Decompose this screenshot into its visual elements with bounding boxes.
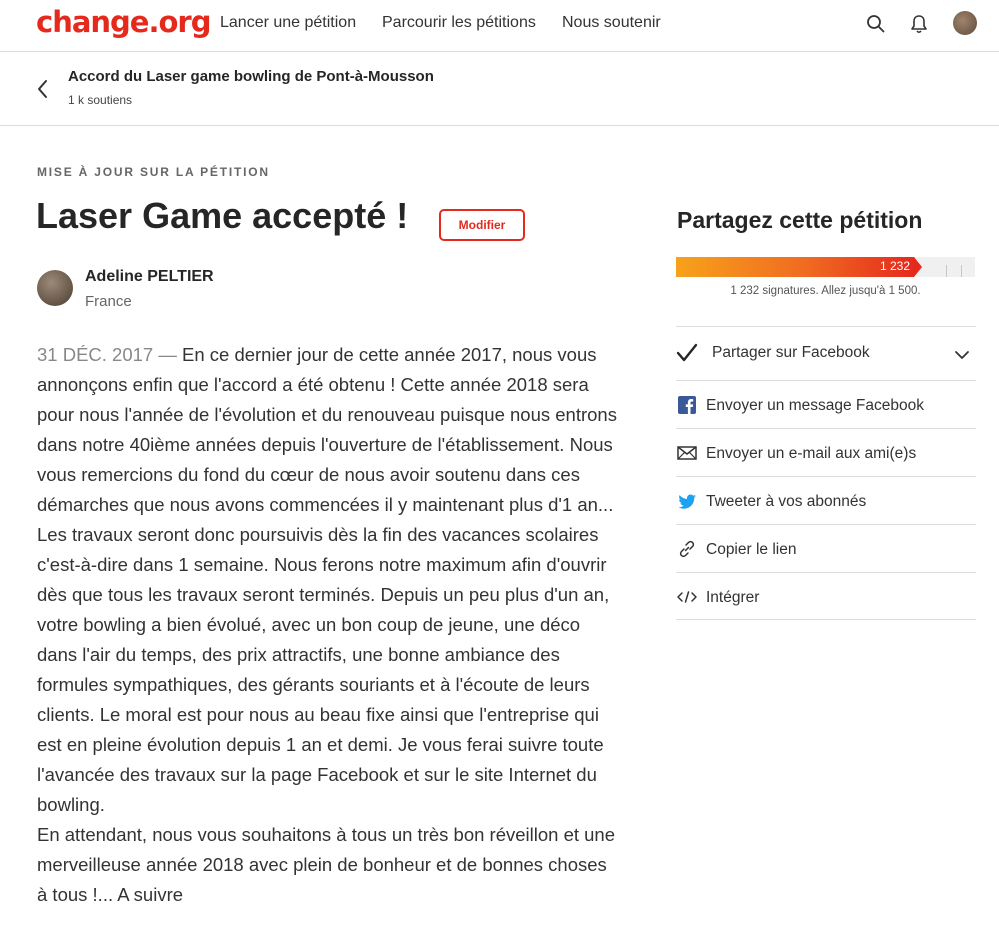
share-facebook[interactable]: Partager sur Facebook xyxy=(676,326,976,380)
update-date: 31 DÉC. 2017 — xyxy=(37,344,177,365)
author-name: Adeline PELTIER xyxy=(85,268,214,285)
share-copy-link[interactable]: Copier le lien xyxy=(676,524,976,572)
embed-icon xyxy=(677,591,697,603)
update-body: 31 DÉC. 2017 — En ce dernier jour de cet… xyxy=(37,340,617,910)
share-email[interactable]: Envoyer un e-mail aux ami(e)s xyxy=(676,428,976,476)
signature-progress-bar: 1 232 xyxy=(676,257,975,277)
user-avatar[interactable] xyxy=(953,11,977,35)
chevron-down-icon[interactable] xyxy=(954,347,970,363)
update-body-paragraph-2: En attendant, nous vous souhaitons à tou… xyxy=(37,824,616,905)
mail-icon xyxy=(677,446,697,460)
share-embed-label: Intégrer xyxy=(706,589,760,606)
nav-start-petition[interactable]: Lancer une pétition xyxy=(220,14,356,32)
update-title: Laser Game accepté ! xyxy=(36,195,409,236)
progress-caption: 1 232 signatures. Allez jusqu'à 1 500. xyxy=(730,285,921,297)
top-navigation: change.org Lancer une pétition Parcourir… xyxy=(0,0,999,52)
progress-count: 1 232 xyxy=(880,259,911,273)
share-twitter[interactable]: Tweeter à vos abonnés xyxy=(676,476,976,524)
facebook-icon xyxy=(678,396,696,414)
update-kicker: MISE À JOUR SUR LA PÉTITION xyxy=(37,165,270,179)
bell-icon[interactable] xyxy=(908,13,930,35)
progress-arrow xyxy=(914,257,922,277)
search-icon[interactable] xyxy=(865,13,887,35)
share-twitter-label: Tweeter à vos abonnés xyxy=(706,493,867,510)
nav-support-us[interactable]: Nous soutenir xyxy=(562,14,661,32)
share-facebook-message[interactable]: Envoyer un message Facebook xyxy=(676,380,976,428)
progress-fill xyxy=(676,257,914,277)
author-country: France xyxy=(85,293,132,310)
change-org-logo[interactable]: change.org xyxy=(36,5,211,39)
check-icon xyxy=(676,343,698,362)
twitter-icon xyxy=(678,494,696,509)
supporter-count: 1 k soutiens xyxy=(68,93,133,107)
share-embed[interactable]: Intégrer xyxy=(676,572,976,620)
update-body-paragraph-1: En ce dernier jour de cette année 2017, … xyxy=(37,344,617,815)
progress-tick xyxy=(946,265,947,277)
share-email-label: Envoyer un e-mail aux ami(e)s xyxy=(706,445,917,462)
share-options: Partager sur Facebook Envoyer un message… xyxy=(676,326,976,620)
share-facebook-label: Partager sur Facebook xyxy=(712,344,870,361)
share-facebook-message-label: Envoyer un message Facebook xyxy=(706,397,924,414)
progress-tick xyxy=(961,265,962,277)
share-copy-link-label: Copier le lien xyxy=(706,541,797,558)
author-avatar xyxy=(37,270,73,306)
nav-browse-petitions[interactable]: Parcourir les pétitions xyxy=(382,14,536,32)
link-icon xyxy=(679,540,695,558)
petition-subheader: Accord du Laser game bowling de Pont-à-M… xyxy=(0,52,999,126)
share-title: Partagez cette pétition xyxy=(677,207,923,233)
back-arrow-icon[interactable] xyxy=(34,78,52,100)
petition-title-link[interactable]: Accord du Laser game bowling de Pont-à-M… xyxy=(68,68,434,85)
edit-button[interactable]: Modifier xyxy=(439,209,525,241)
